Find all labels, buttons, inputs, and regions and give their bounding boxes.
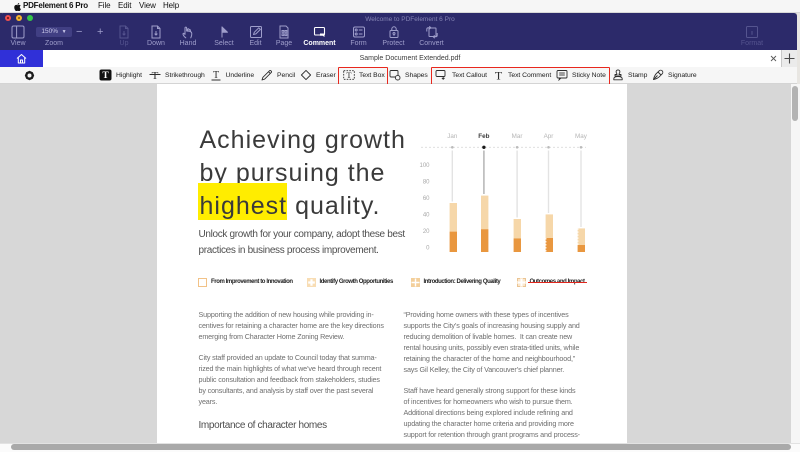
svg-text:T: T [212,70,218,81]
svg-text:May: May [575,133,588,140]
svg-text:40: 40 [423,213,430,219]
svg-text:T: T [152,70,159,81]
svg-text:100: 100 [419,163,430,169]
svg-text:0: 0 [426,246,430,252]
svg-text:Mar: Mar [512,133,523,140]
svg-text:60: 60 [423,196,430,202]
svg-text:Apr: Apr [544,133,554,140]
svg-text:20: 20 [423,229,430,235]
svg-text:T: T [102,71,109,81]
svg-text:Feb: Feb [478,133,489,140]
svg-text:80: 80 [423,180,430,186]
svg-text:Jan: Jan [447,133,458,140]
